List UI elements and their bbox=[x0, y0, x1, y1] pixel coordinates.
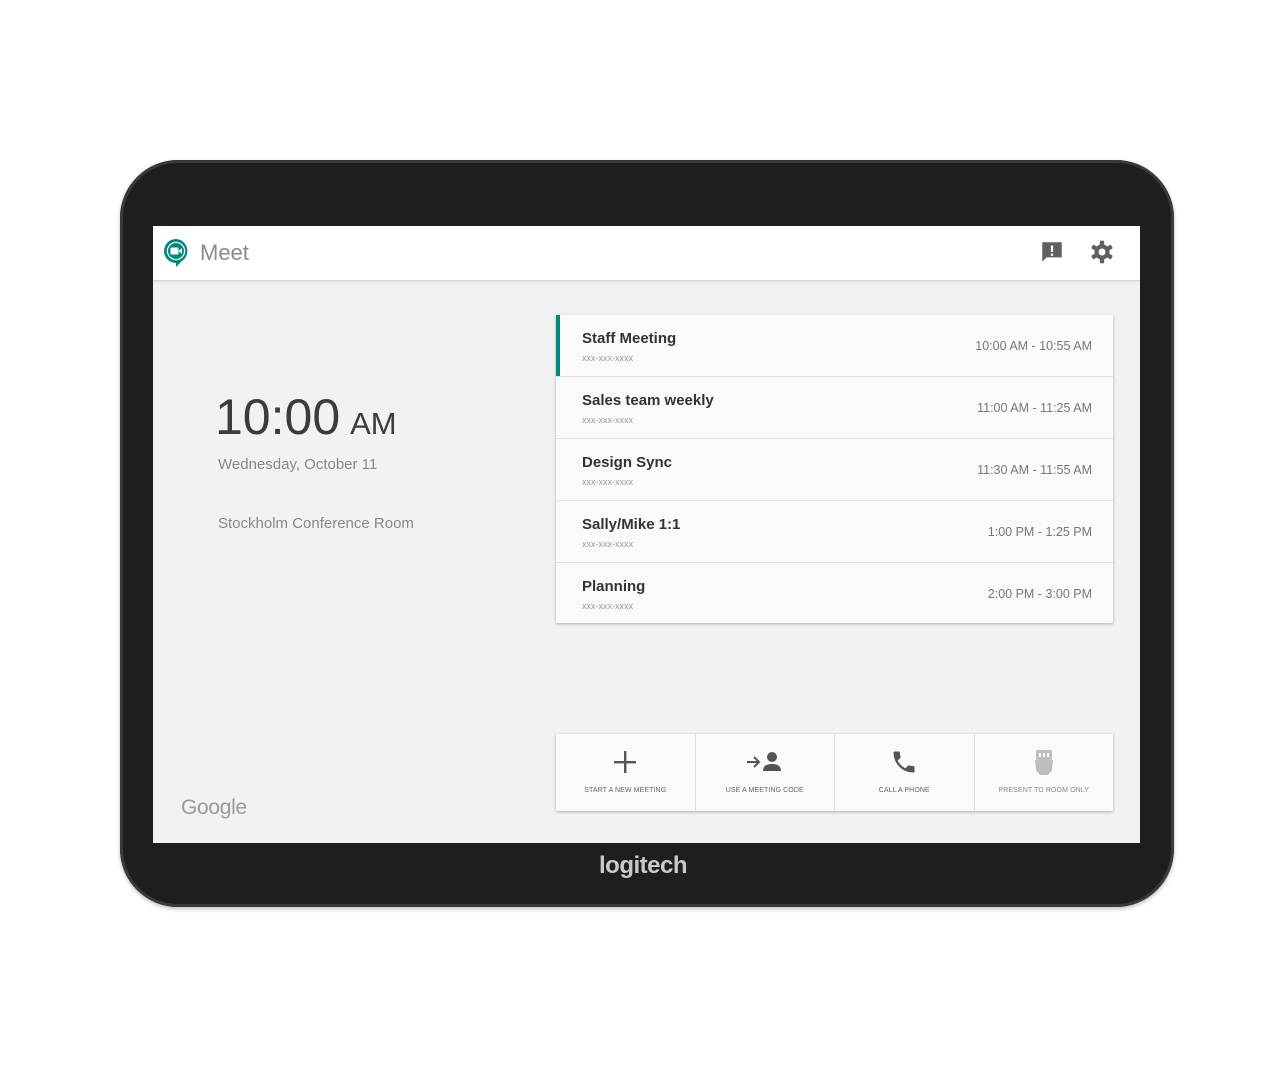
start-new-meeting-button[interactable]: START A NEW MEETING bbox=[556, 734, 696, 811]
app-bar: Meet bbox=[153, 226, 1140, 281]
meeting-time: 2:00 PM - 3:00 PM bbox=[987, 587, 1092, 601]
meeting-title: Staff Meeting bbox=[582, 330, 677, 347]
phone-icon bbox=[893, 751, 915, 773]
meeting-title: Design Sync bbox=[582, 454, 673, 471]
meet-logo-icon bbox=[164, 239, 188, 267]
clock-display: 10:00 AM bbox=[215, 392, 397, 442]
hdmi-icon bbox=[1034, 750, 1053, 775]
clock-time: 10:00 bbox=[215, 389, 341, 445]
meeting-code: xxx-xxx-xxxx bbox=[582, 601, 633, 611]
clock-ampm: AM bbox=[350, 406, 397, 441]
action-label: CALL A PHONE bbox=[878, 787, 930, 794]
action-label: START A NEW MEETING bbox=[584, 787, 667, 794]
action-label: PRESENT TO ROOM ONLY bbox=[998, 787, 1090, 794]
meeting-code: xxx-xxx-xxxx bbox=[582, 477, 633, 487]
action-label: USE A MEETING CODE bbox=[725, 787, 804, 794]
meeting-code: xxx-xxx-xxxx bbox=[582, 415, 633, 425]
meeting-time: 1:00 PM - 1:25 PM bbox=[987, 525, 1092, 539]
app-title: Meet bbox=[200, 240, 249, 265]
gear-icon[interactable] bbox=[1089, 239, 1115, 265]
meeting-time: 10:00 AM - 10:55 AM bbox=[975, 339, 1092, 353]
meeting-item[interactable]: Sales team weekly xxx-xxx-xxxx 11:00 AM … bbox=[556, 377, 1113, 439]
present-to-room-button[interactable]: PRESENT TO ROOM ONLY bbox=[975, 734, 1114, 811]
call-phone-button[interactable]: CALL A PHONE bbox=[835, 734, 975, 811]
plus-icon bbox=[614, 751, 637, 773]
meeting-title: Sally/Mike 1:1 bbox=[582, 516, 681, 533]
date-label: Wednesday, October 11 bbox=[218, 456, 378, 473]
meeting-title: Planning bbox=[582, 578, 646, 595]
join-person-icon bbox=[746, 752, 781, 771]
meeting-item[interactable]: Design Sync xxx-xxx-xxxx 11:30 AM - 11:5… bbox=[556, 439, 1113, 501]
use-meeting-code-button[interactable]: USE A MEETING CODE bbox=[696, 734, 835, 811]
device-brand-logo: logitech bbox=[598, 852, 688, 879]
google-logo: Google bbox=[181, 796, 247, 819]
meeting-item[interactable]: Staff Meeting xxx-xxx-xxxx 10:00 AM - 10… bbox=[556, 315, 1113, 377]
action-bar: START A NEW MEETING USE A MEETING CODE C… bbox=[556, 734, 1113, 811]
feedback-icon[interactable] bbox=[1039, 239, 1065, 265]
meeting-code: xxx-xxx-xxxx bbox=[582, 539, 633, 549]
meeting-time: 11:30 AM - 11:55 AM bbox=[977, 463, 1092, 477]
meeting-title: Sales team weekly bbox=[582, 392, 714, 409]
room-name: Stockholm Conference Room bbox=[218, 515, 414, 532]
meeting-code: xxx-xxx-xxxx bbox=[582, 353, 633, 363]
meeting-item[interactable]: Planning xxx-xxx-xxxx 2:00 PM - 3:00 PM bbox=[556, 563, 1113, 624]
meeting-item[interactable]: Sally/Mike 1:1 xxx-xxx-xxxx 1:00 PM - 1:… bbox=[556, 501, 1113, 563]
meeting-time: 11:00 AM - 11:25 AM bbox=[977, 401, 1092, 415]
meeting-list: Staff Meeting xxx-xxx-xxxx 10:00 AM - 10… bbox=[556, 315, 1113, 623]
screen: Meet 10:00 AM Wednesday, October 11 Stock… bbox=[153, 226, 1140, 843]
